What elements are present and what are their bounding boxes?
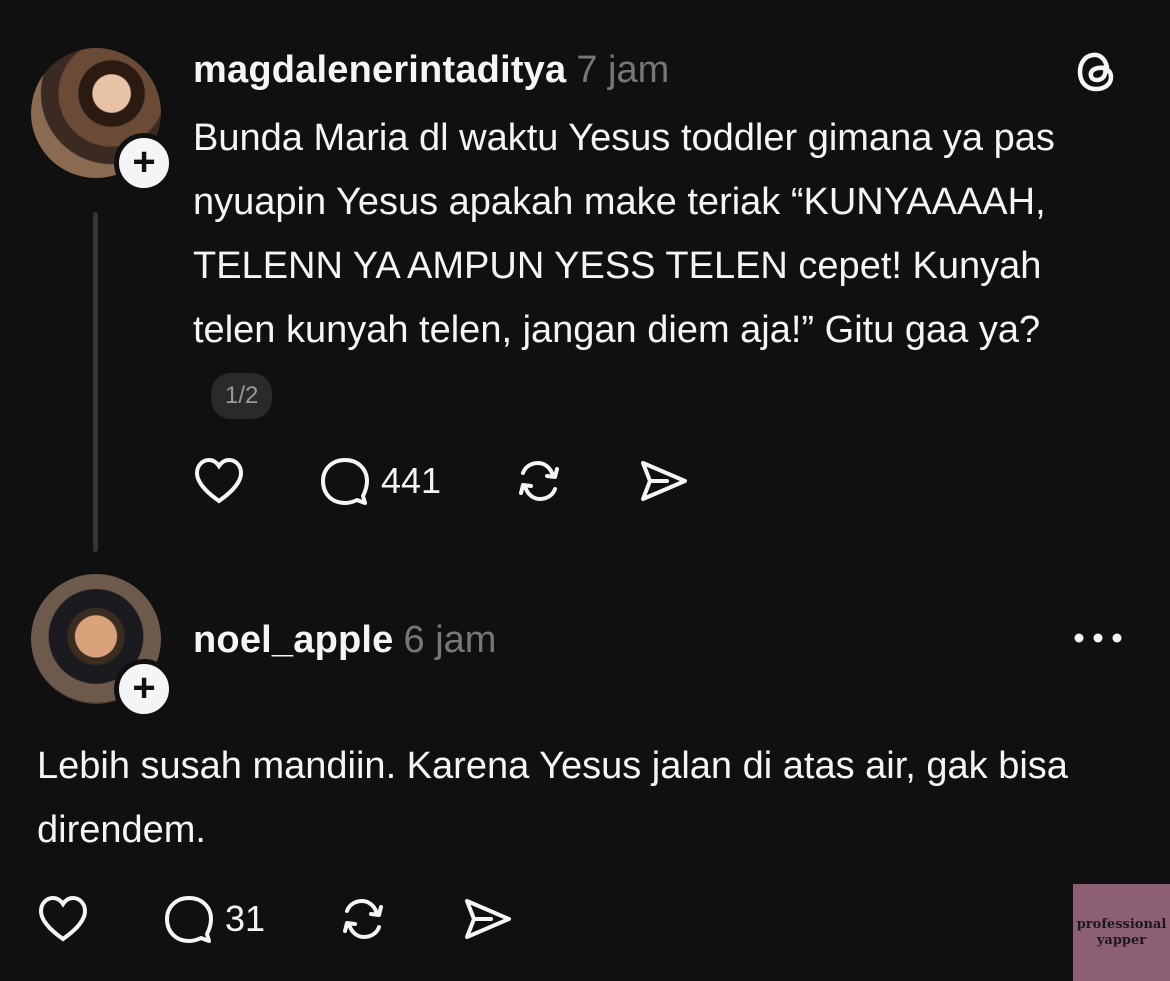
username[interactable]: magdalenerintaditya (193, 49, 566, 91)
watermark-line1: professional (1076, 916, 1167, 932)
follow-plus-button[interactable]: + (114, 659, 174, 719)
share-button[interactable] (461, 895, 513, 943)
post-text: Bunda Maria dl waktu Yesus toddler giman… (193, 117, 1055, 351)
heart-icon (38, 895, 88, 942)
comment-button[interactable]: 441 (319, 456, 441, 506)
comment-count: 441 (381, 460, 442, 501)
comment-icon (321, 458, 369, 505)
share-icon (641, 461, 688, 501)
watermark-line2: yapper (1096, 932, 1147, 948)
post-text: Lebih susah mandiin. Karena Yesus jalan … (37, 745, 1068, 851)
heart-icon (194, 457, 244, 504)
comment-button[interactable]: 31 (163, 894, 265, 944)
follow-plus-button[interactable]: + (114, 133, 174, 193)
action-row: 31 (37, 894, 513, 944)
share-icon (465, 899, 512, 939)
repost-button[interactable] (513, 456, 565, 506)
like-button[interactable] (193, 457, 247, 505)
more-dots-icon[interactable] (1072, 622, 1124, 654)
share-button[interactable] (637, 457, 689, 505)
username[interactable]: noel_apple (193, 619, 394, 661)
post-time: 6 jam (403, 619, 497, 661)
action-row: 441 (193, 456, 689, 506)
comment-icon (165, 896, 213, 943)
thread-line (93, 212, 98, 552)
watermark: professional yapper (1073, 884, 1170, 981)
page-indicator[interactable]: 1/2 (211, 372, 273, 419)
post-time: 7 jam (576, 49, 670, 91)
post-header: noel_apple 6 jam (193, 616, 496, 672)
repost-button[interactable] (337, 894, 389, 944)
repost-icon (343, 898, 384, 940)
threads-logo-icon[interactable] (1073, 48, 1121, 96)
repost-icon (519, 460, 560, 502)
post-body: Bunda Maria dl waktu Yesus toddler giman… (193, 106, 1113, 426)
post-header: magdalenerintaditya 7 jam (193, 46, 669, 102)
like-button[interactable] (37, 895, 91, 943)
comment-count: 31 (225, 898, 266, 939)
